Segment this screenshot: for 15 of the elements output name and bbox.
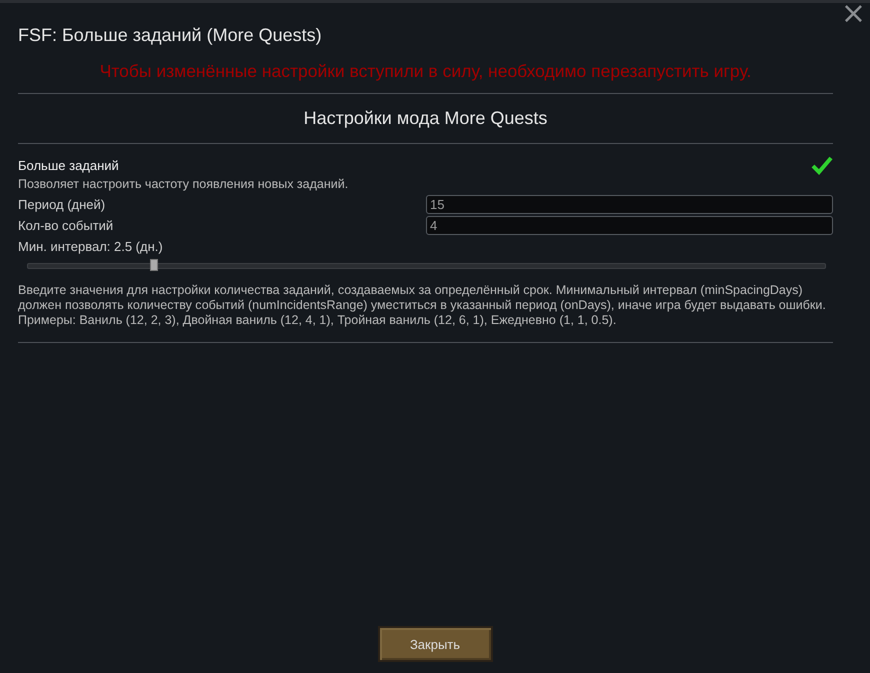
- slider-label: Мин. интервал: 2.5 (дн.): [18, 239, 164, 254]
- slider-thumb[interactable]: [150, 259, 158, 271]
- setting-description: Позволяет настроить частоту появления новых заданий.: [18, 177, 350, 191]
- field-label: Кол-во событий: [18, 218, 114, 233]
- setting-label: Больше заданий: [18, 158, 119, 172]
- close-dialog-button[interactable]: Закрыть: [378, 626, 492, 662]
- help-text: Введите значения для настройки количества заданий, создаваемых за определённый срок. Минимальный интервал (minSpacingDays) должен позволять количеству событий (numIncidentsRange) уместиться в указанный период (onDays), иначе игра будет выдавать ошибки. Примеры: Ваниль (12, 2, 3), Двойная ваниль (12, 4, 1), Тройная ваниль (12, 6, 1), Ежедневно (1, 1, 0.5).: [18, 283, 827, 328]
- checkmark-icon[interactable]: [811, 155, 833, 175]
- section-title: Настройки мода More Quests: [302, 107, 548, 130]
- warning-text: Чтобы изменённые настройки вступили в силу, необходимо перезапустить игру.: [98, 61, 752, 83]
- input-field[interactable]: 4: [426, 216, 833, 235]
- close-button[interactable]: ×: [840, 0, 866, 29]
- field-label: Период (дней): [18, 197, 106, 212]
- window-title: FSF: Больше заданий (More Quests): [18, 25, 323, 47]
- input-field[interactable]: 15: [426, 195, 833, 214]
